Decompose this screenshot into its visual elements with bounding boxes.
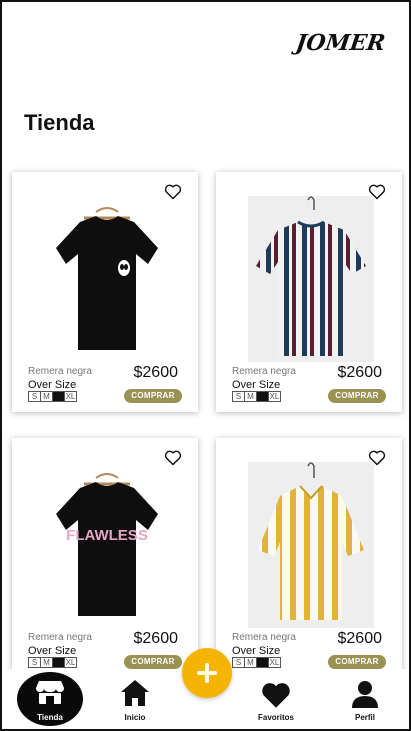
product-price: $2600: [133, 630, 179, 647]
nav-item-favoritos[interactable]: Favoritos: [241, 669, 311, 727]
product-name: Remera negra: [28, 632, 92, 643]
page-title: Tienda: [24, 110, 95, 135]
size-selector: S M L XL: [28, 657, 77, 668]
shirt-print-text: FLAWLESS: [66, 527, 148, 544]
app-frame: JOMER Tienda Remera negra $2600 Over Siz…: [0, 0, 411, 731]
product-card[interactable]: FLAWLESS Remera negra $2600 Over Size S …: [12, 438, 198, 678]
size-option[interactable]: XL: [268, 391, 281, 402]
product-name: Remera negra: [28, 366, 92, 377]
product-size-label: Over Size: [28, 645, 77, 657]
heart-icon: [262, 683, 290, 708]
nav-label: Tienda: [37, 713, 63, 722]
product-size-label: Over Size: [28, 379, 77, 391]
plus-icon: [197, 663, 217, 683]
product-price: $2600: [337, 630, 383, 647]
size-selector: S M L XL: [232, 391, 281, 402]
nav-item-perfil[interactable]: Perfil: [330, 669, 400, 727]
store-icon: [36, 681, 64, 704]
size-option[interactable]: XL: [64, 657, 77, 668]
product-size-label: Over Size: [232, 379, 281, 391]
add-button[interactable]: [182, 648, 232, 698]
user-icon: [352, 681, 378, 708]
buy-button[interactable]: COMPRAR: [328, 655, 386, 669]
home-icon: [121, 680, 149, 706]
nav-item-inicio[interactable]: Inicio: [100, 669, 170, 727]
product-name: Remera negra: [232, 366, 296, 377]
product-image: [248, 196, 374, 362]
nav-label: Favoritos: [257, 713, 294, 722]
nav-item-tienda[interactable]: Tienda: [15, 669, 85, 727]
nav-label: Inicio: [124, 713, 146, 722]
buy-button[interactable]: COMPRAR: [124, 655, 182, 669]
product-image: [44, 196, 170, 362]
product-price: $2600: [337, 364, 383, 381]
product-size-label: Over Size: [232, 645, 281, 657]
product-image: FLAWLESS: [44, 462, 170, 628]
product-card[interactable]: Remera negra $2600 Over Size S M L XL CO…: [216, 172, 402, 412]
product-price: $2600: [133, 364, 179, 381]
brand-logo: JOMER: [294, 30, 387, 56]
size-option[interactable]: XL: [268, 657, 281, 668]
size-selector: S M L XL: [28, 391, 77, 402]
product-card[interactable]: Remera negra $2600 Over Size S M L XL CO…: [12, 172, 198, 412]
size-selector: S M L XL: [232, 657, 281, 668]
size-option[interactable]: XL: [64, 391, 77, 402]
buy-button[interactable]: COMPRAR: [328, 389, 386, 403]
product-name: Remera negra: [232, 632, 296, 643]
nav-label: Perfil: [354, 713, 375, 722]
buy-button[interactable]: COMPRAR: [124, 389, 182, 403]
product-card[interactable]: Remera negra $2600 Over Size S M L XL CO…: [216, 438, 402, 678]
product-image: [248, 462, 374, 628]
